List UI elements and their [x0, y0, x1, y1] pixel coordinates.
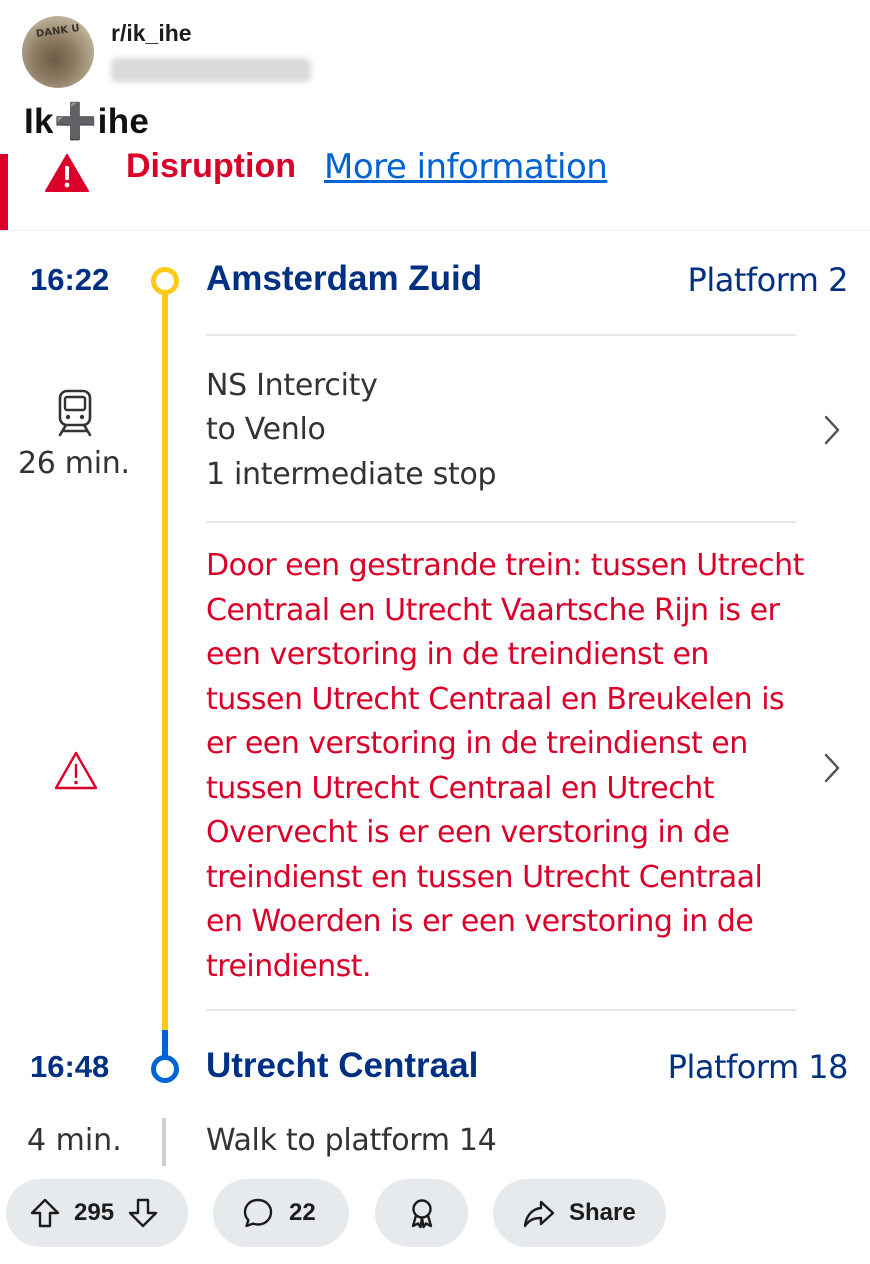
chevron-right-icon[interactable] [820, 412, 844, 448]
route-line-arrival [162, 1030, 168, 1056]
comments-button[interactable]: 22 [213, 1179, 349, 1247]
train-icon [58, 389, 92, 437]
comment-count: 22 [289, 1199, 316, 1226]
leg-service[interactable]: NS Intercity [206, 364, 378, 409]
walk-duration: 4 min. [27, 1123, 122, 1158]
departure-station[interactable]: Amsterdam Zuid [206, 259, 482, 299]
divider [206, 1009, 796, 1011]
walk-instruction: Walk to platform 14 [206, 1123, 497, 1158]
arrival-time: 16:48 [30, 1049, 110, 1084]
departure-stop-marker [151, 267, 179, 295]
warning-outline-icon [54, 751, 98, 790]
leg-direction[interactable]: to Venlo [206, 408, 326, 453]
route-line-train [162, 292, 168, 1034]
arrival-station[interactable]: Utrecht Centraal [206, 1046, 478, 1086]
departure-platform: Platform 2 [687, 261, 849, 299]
banner-divider [0, 230, 870, 231]
more-information-link[interactable]: More information [324, 147, 608, 187]
disruption-message[interactable]: Door een gestrande trein: tussen Utrecht… [206, 544, 806, 989]
vote-count: 295 [74, 1199, 115, 1226]
share-button[interactable]: Share [493, 1179, 666, 1247]
route-line-walk [162, 1118, 166, 1166]
leg-duration: 26 min. [18, 446, 130, 481]
share-icon [523, 1200, 555, 1228]
divider [206, 334, 796, 336]
downvote-icon[interactable] [126, 1196, 160, 1230]
blurred-username [111, 58, 311, 82]
avatar[interactable]: DANK U [22, 16, 94, 88]
chevron-right-icon[interactable] [820, 750, 844, 786]
banner-accent-bar [0, 154, 8, 230]
avatar-sign: DANK U [35, 23, 81, 40]
divider [206, 521, 796, 523]
vote-pill: 295 [6, 1179, 188, 1247]
alert-triangle-icon [45, 154, 89, 192]
disruption-title: Disruption [126, 147, 296, 185]
post-title: Ik➕ihe [24, 102, 150, 141]
share-label: Share [569, 1199, 636, 1226]
arrival-platform: Platform 18 [667, 1048, 849, 1086]
subreddit-name[interactable]: r/ik_ihe [111, 20, 192, 47]
award-icon [411, 1199, 432, 1229]
arrival-stop-marker [151, 1055, 179, 1083]
leg-stops[interactable]: 1 intermediate stop [206, 453, 497, 498]
award-button[interactable] [375, 1179, 468, 1247]
comment-icon [243, 1198, 273, 1228]
upvote-icon[interactable] [28, 1196, 62, 1230]
departure-time: 16:22 [30, 262, 110, 297]
